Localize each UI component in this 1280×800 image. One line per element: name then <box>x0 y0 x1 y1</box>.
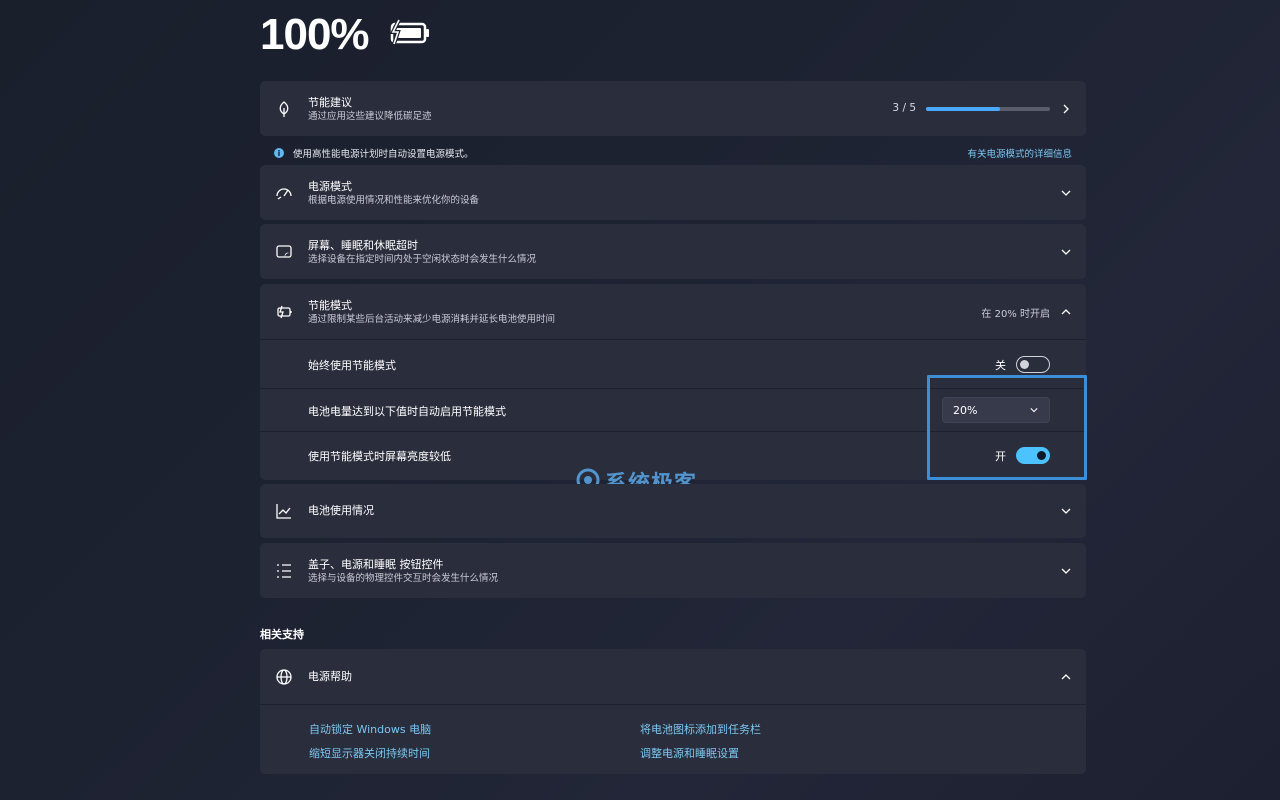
power-mode-title: 电源模式 <box>308 180 352 193</box>
battery-charging-icon <box>387 18 433 52</box>
battery-saver-title: 节能模式 <box>308 299 352 312</box>
screen-sleep-title: 屏幕、睡眠和休眠超时 <box>308 239 418 252</box>
always-battery-saver-toggle[interactable] <box>1016 356 1050 373</box>
energy-recommendations-card[interactable]: 节能建议 通过应用这些建议降低碳足迹 3 / 5 <box>260 81 1086 136</box>
leaf-icon <box>274 99 294 119</box>
battery-usage-title: 电池使用情况 <box>308 504 374 517</box>
battery-saver-subtitle: 通过限制某些后台活动来减少电源消耗并延长电池使用时间 <box>308 314 556 325</box>
battery-header: 100% <box>260 10 433 60</box>
chart-icon <box>274 501 294 521</box>
help-link-auto-lock[interactable]: 自动锁定 Windows 电脑 <box>309 721 431 737</box>
battery-saver-status: 在 20% 时开启 <box>981 309 1050 320</box>
gauge-icon <box>274 183 294 203</box>
power-help-card: 电源帮助 自动锁定 Windows 电脑 将电池图标添加到任务栏 缩短显示器关闭… <box>260 649 1086 774</box>
always-battery-saver-state: 关 <box>995 359 1006 372</box>
power-mode-card[interactable]: 电源模式 根据电源使用情况和性能来优化你的设备 <box>260 165 1086 220</box>
auto-battery-saver-row: 电池电量达到以下值时自动启用节能模式 20% <box>260 388 1086 431</box>
battery-saver-icon <box>274 302 294 322</box>
energy-recommendations-title: 节能建议 <box>308 96 352 109</box>
screen-sleep-card[interactable]: 屏幕、睡眠和休眠超时 选择设备在指定时间内处于空闲状态时会发生什么情况 <box>260 224 1086 279</box>
list-icon <box>274 561 294 581</box>
lower-brightness-state: 开 <box>995 450 1006 463</box>
help-link-battery-icon-taskbar[interactable]: 将电池图标添加到任务栏 <box>640 721 761 737</box>
battery-threshold-value: 20% <box>953 403 978 417</box>
chevron-up-icon[interactable] <box>1058 304 1074 320</box>
related-support-heading: 相关支持 <box>260 628 304 641</box>
chevron-down-icon <box>1029 405 1039 415</box>
screen-sleep-subtitle: 选择设备在指定时间内处于空闲状态时会发生什么情况 <box>308 254 537 265</box>
battery-percent: 100% <box>260 10 370 59</box>
help-link-power-sleep-settings[interactable]: 调整电源和睡眠设置 <box>640 745 739 761</box>
power-help-title: 电源帮助 <box>308 670 352 683</box>
help-link-display-off[interactable]: 缩短显示器关闭持续时间 <box>309 745 430 761</box>
always-battery-saver-label: 始终使用节能模式 <box>308 359 396 372</box>
info-bar: i 使用高性能电源计划时自动设置电源模式。 有关电源模式的详细信息 <box>260 142 1086 164</box>
chevron-down-icon[interactable] <box>1058 503 1074 519</box>
battery-saver-header[interactable]: 节能模式 通过限制某些后台活动来减少电源消耗并延长电池使用时间 在 20% 时开… <box>260 284 1086 339</box>
chevron-right-icon[interactable] <box>1058 101 1074 117</box>
chevron-down-icon[interactable] <box>1058 185 1074 201</box>
globe-icon <box>274 667 294 687</box>
recommendations-progress-text: 3 / 5 <box>892 102 916 114</box>
lower-brightness-label: 使用节能模式时屏幕亮度较低 <box>308 450 451 463</box>
power-help-header[interactable]: 电源帮助 <box>260 649 1086 704</box>
power-mode-details-link[interactable]: 有关电源模式的详细信息 <box>967 146 1072 160</box>
recommendations-progress-fill <box>926 107 1001 111</box>
chevron-down-icon[interactable] <box>1058 563 1074 579</box>
info-icon: i <box>274 148 284 158</box>
lid-buttons-title: 盖子、电源和睡眠 按钮控件 <box>308 558 444 571</box>
auto-battery-saver-label: 电池电量达到以下值时自动启用节能模式 <box>308 405 506 418</box>
energy-recommendations-subtitle: 通过应用这些建议降低碳足迹 <box>308 111 432 122</box>
battery-saver-card: 节能模式 通过限制某些后台活动来减少电源消耗并延长电池使用时间 在 20% 时开… <box>260 284 1086 480</box>
screen-sleep-icon <box>274 242 294 262</box>
chevron-up-icon[interactable] <box>1058 669 1074 685</box>
always-battery-saver-row: 始终使用节能模式 关 <box>260 339 1086 388</box>
chevron-down-icon[interactable] <box>1058 244 1074 260</box>
lower-brightness-toggle[interactable] <box>1016 447 1050 464</box>
info-text: 使用高性能电源计划时自动设置电源模式。 <box>293 149 474 160</box>
battery-usage-card[interactable]: 电池使用情况 <box>260 484 1086 538</box>
recommendations-progress-bar <box>926 107 1050 111</box>
power-mode-subtitle: 根据电源使用情况和性能来优化你的设备 <box>308 195 480 206</box>
lid-buttons-subtitle: 选择与设备的物理控件交互时会发生什么情况 <box>308 573 499 584</box>
lid-buttons-card[interactable]: 盖子、电源和睡眠 按钮控件 选择与设备的物理控件交互时会发生什么情况 <box>260 543 1086 598</box>
battery-threshold-dropdown[interactable]: 20% <box>942 397 1050 423</box>
